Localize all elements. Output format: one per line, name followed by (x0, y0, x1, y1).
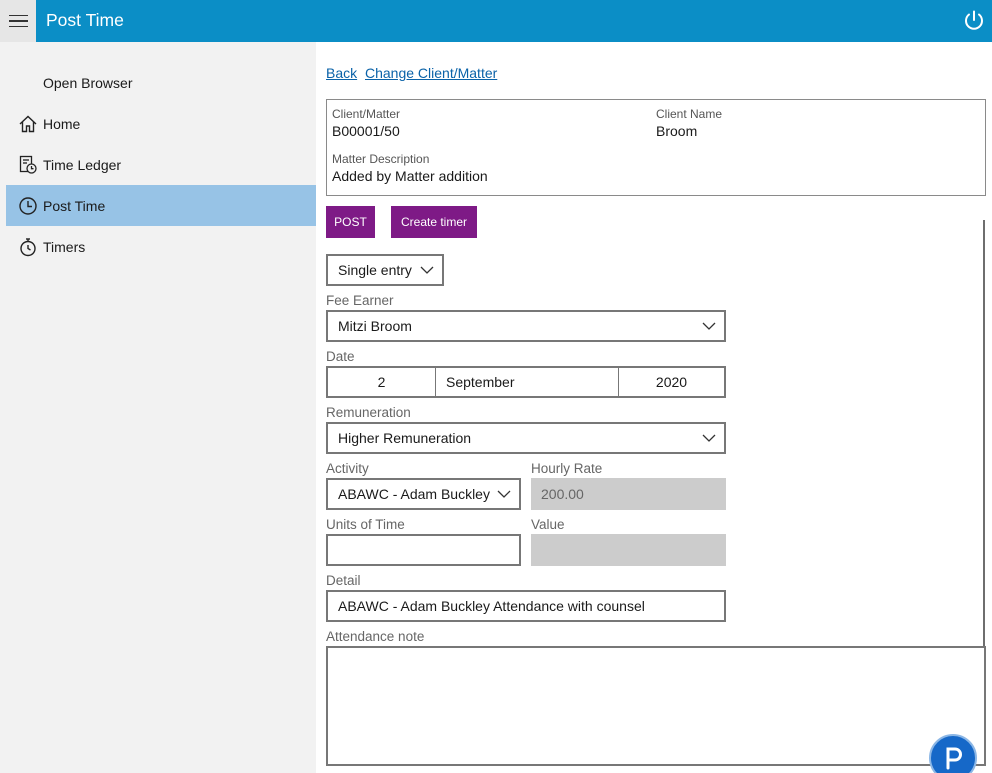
power-icon[interactable] (962, 9, 986, 33)
date-year[interactable]: 2020 (619, 368, 724, 396)
page-title: Post Time (46, 10, 124, 30)
sidebar-item-time-ledger[interactable]: Time Ledger (6, 144, 316, 185)
sidebar-item-label: Open Browser (43, 74, 133, 91)
matter-description-label: Matter Description (332, 152, 430, 166)
client-name-label: Client Name (656, 107, 723, 121)
hourly-rate-value: 200.00 (541, 486, 584, 502)
attendance-note-input[interactable] (326, 646, 986, 766)
remuneration-label: Remuneration (326, 405, 411, 420)
sidebar-item-label: Post Time (43, 197, 106, 214)
scrollbar[interactable] (983, 220, 985, 650)
matter-info-panel: Client/Matter B00001/50 Client Name Broo… (326, 99, 986, 196)
back-link[interactable]: Back (326, 65, 357, 81)
value-field (531, 534, 726, 566)
sidebar-item-home[interactable]: Home (6, 103, 316, 144)
sidebar-item-label: Home (43, 115, 81, 132)
detail-value: ABAWC - Adam Buckley Attendance with cou… (338, 598, 645, 614)
date-label: Date (326, 349, 355, 364)
chevron-down-icon (702, 434, 716, 442)
stopwatch-icon (16, 235, 40, 259)
client-matter-value: B00001/50 (332, 123, 400, 139)
units-of-time-input[interactable] (326, 534, 521, 566)
date-month[interactable]: September (436, 368, 618, 396)
p-logo-icon (946, 747, 962, 770)
date-day[interactable]: 2 (328, 368, 435, 396)
activity-label: Activity (326, 461, 369, 476)
hamburger-icon (8, 14, 28, 28)
client-matter-label: Client/Matter (332, 107, 401, 121)
post-button[interactable]: POST (326, 206, 375, 238)
chevron-down-icon (420, 266, 434, 274)
entry-type-value: Single entry (338, 262, 412, 278)
fee-earner-label: Fee Earner (326, 293, 394, 308)
sidebar-item-label: Timers (43, 238, 86, 255)
remuneration-value: Higher Remuneration (338, 430, 472, 446)
client-name-value: Broom (656, 123, 698, 139)
fee-earner-select[interactable]: Mitzi Broom (326, 310, 726, 342)
detail-input[interactable]: ABAWC - Adam Buckley Attendance with cou… (326, 590, 726, 622)
detail-label: Detail (326, 573, 361, 588)
units-of-time-label: Units of Time (326, 517, 405, 532)
menu-button[interactable] (0, 0, 36, 42)
home-icon (16, 112, 40, 136)
hourly-rate-field: 200.00 (531, 478, 726, 510)
remuneration-select[interactable]: Higher Remuneration (326, 422, 726, 454)
sidebar-item-timers[interactable]: Timers (6, 226, 316, 267)
activity-select[interactable]: ABAWC - Adam Buckley (326, 478, 521, 510)
chevron-down-icon (702, 322, 716, 330)
activity-value: ABAWC - Adam Buckley (338, 486, 490, 502)
sidebar: Open Browser Home Time Ledger Post Time … (0, 42, 316, 773)
ledger-icon (16, 153, 40, 177)
entry-type-select[interactable]: Single entry (326, 254, 444, 286)
sidebar-item-post-time[interactable]: Post Time (6, 185, 316, 226)
value-label: Value (531, 517, 565, 532)
sidebar-item-label: Time Ledger (43, 156, 122, 173)
matter-description-value: Added by Matter addition (332, 168, 488, 184)
attendance-note-label: Attendance note (326, 629, 425, 644)
clock-icon (16, 194, 40, 218)
sidebar-item-open-browser[interactable]: Open Browser (6, 62, 316, 103)
chevron-down-icon (497, 490, 511, 498)
change-client-matter-link[interactable]: Change Client/Matter (365, 65, 497, 81)
title-bar: Post Time (36, 0, 992, 42)
fee-earner-value: Mitzi Broom (338, 318, 412, 334)
hourly-rate-label: Hourly Rate (531, 461, 603, 476)
create-timer-button[interactable]: Create timer (391, 206, 477, 238)
date-picker[interactable]: 2 September 2020 (326, 366, 726, 398)
